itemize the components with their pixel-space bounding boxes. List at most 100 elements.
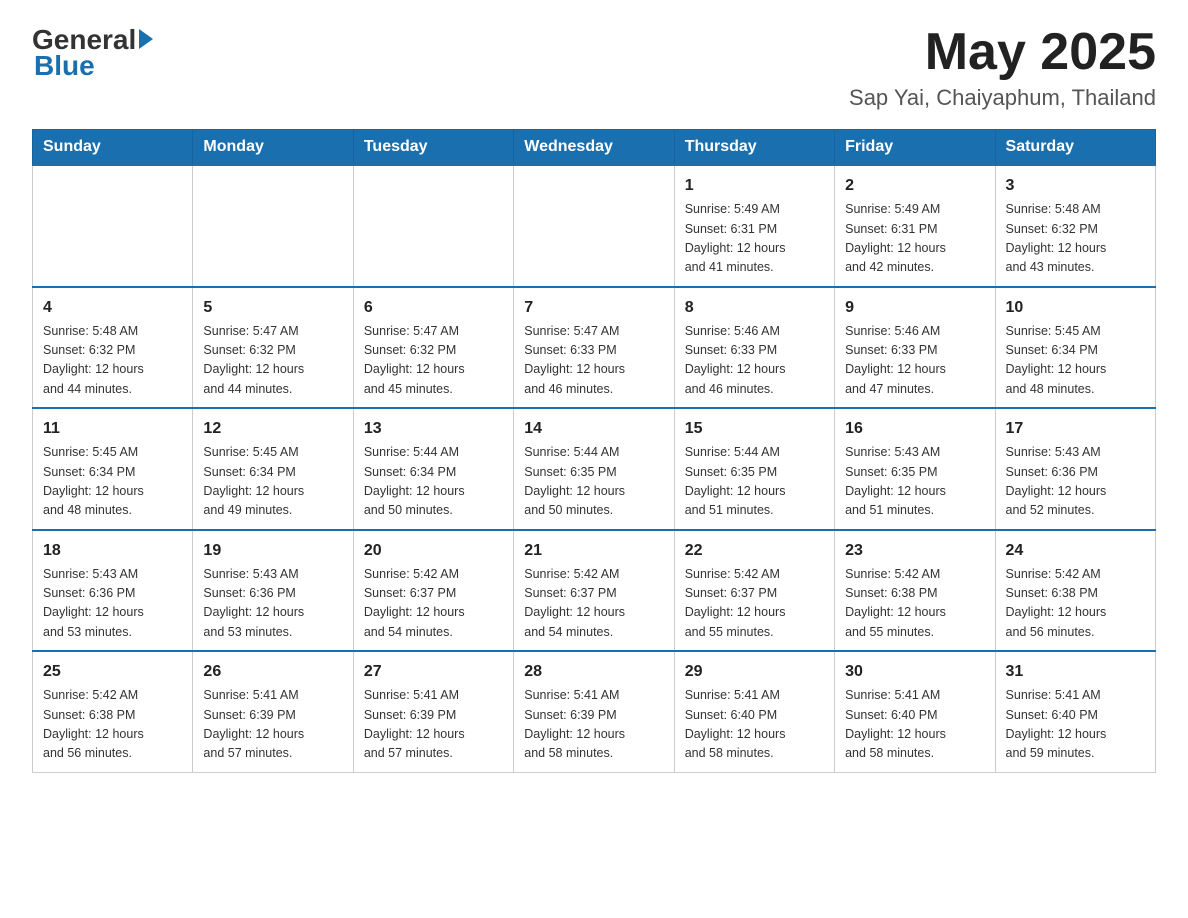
calendar-cell: 17Sunrise: 5:43 AM Sunset: 6:36 PM Dayli…	[995, 408, 1155, 530]
day-number: 28	[524, 660, 663, 684]
day-number: 17	[1006, 417, 1145, 441]
day-number: 30	[845, 660, 984, 684]
day-number: 18	[43, 539, 182, 563]
day-number: 19	[203, 539, 342, 563]
day-of-week-header: Wednesday	[514, 130, 674, 166]
calendar-cell: 26Sunrise: 5:41 AM Sunset: 6:39 PM Dayli…	[193, 651, 353, 772]
calendar-cell: 22Sunrise: 5:42 AM Sunset: 6:37 PM Dayli…	[674, 530, 834, 652]
calendar-cell: 24Sunrise: 5:42 AM Sunset: 6:38 PM Dayli…	[995, 530, 1155, 652]
day-number: 11	[43, 417, 182, 441]
calendar-cell: 12Sunrise: 5:45 AM Sunset: 6:34 PM Dayli…	[193, 408, 353, 530]
day-info: Sunrise: 5:42 AM Sunset: 6:37 PM Dayligh…	[685, 565, 824, 643]
day-info: Sunrise: 5:49 AM Sunset: 6:31 PM Dayligh…	[685, 200, 824, 278]
day-number: 13	[364, 417, 503, 441]
day-of-week-header: Sunday	[33, 130, 193, 166]
calendar-cell: 29Sunrise: 5:41 AM Sunset: 6:40 PM Dayli…	[674, 651, 834, 772]
day-of-week-header: Friday	[835, 130, 995, 166]
day-info: Sunrise: 5:41 AM Sunset: 6:39 PM Dayligh…	[364, 686, 503, 764]
calendar-table: SundayMondayTuesdayWednesdayThursdayFrid…	[32, 129, 1156, 773]
calendar-cell: 6Sunrise: 5:47 AM Sunset: 6:32 PM Daylig…	[353, 287, 513, 409]
day-info: Sunrise: 5:47 AM Sunset: 6:32 PM Dayligh…	[203, 322, 342, 400]
day-info: Sunrise: 5:43 AM Sunset: 6:36 PM Dayligh…	[1006, 443, 1145, 521]
calendar-cell: 15Sunrise: 5:44 AM Sunset: 6:35 PM Dayli…	[674, 408, 834, 530]
logo-triangle-icon	[139, 29, 153, 49]
day-number: 14	[524, 417, 663, 441]
day-info: Sunrise: 5:48 AM Sunset: 6:32 PM Dayligh…	[43, 322, 182, 400]
day-info: Sunrise: 5:42 AM Sunset: 6:38 PM Dayligh…	[43, 686, 182, 764]
day-info: Sunrise: 5:41 AM Sunset: 6:39 PM Dayligh…	[524, 686, 663, 764]
page-header: General Blue May 2025 Sap Yai, Chaiyaphu…	[32, 24, 1156, 111]
calendar-cell: 5Sunrise: 5:47 AM Sunset: 6:32 PM Daylig…	[193, 287, 353, 409]
calendar-cell: 1Sunrise: 5:49 AM Sunset: 6:31 PM Daylig…	[674, 165, 834, 287]
calendar-cell: 13Sunrise: 5:44 AM Sunset: 6:34 PM Dayli…	[353, 408, 513, 530]
calendar-cell	[33, 165, 193, 287]
calendar-cell: 31Sunrise: 5:41 AM Sunset: 6:40 PM Dayli…	[995, 651, 1155, 772]
calendar-week-row: 1Sunrise: 5:49 AM Sunset: 6:31 PM Daylig…	[33, 165, 1156, 287]
calendar-cell: 20Sunrise: 5:42 AM Sunset: 6:37 PM Dayli…	[353, 530, 513, 652]
day-info: Sunrise: 5:44 AM Sunset: 6:35 PM Dayligh…	[685, 443, 824, 521]
day-info: Sunrise: 5:44 AM Sunset: 6:35 PM Dayligh…	[524, 443, 663, 521]
day-number: 24	[1006, 539, 1145, 563]
day-info: Sunrise: 5:41 AM Sunset: 6:40 PM Dayligh…	[1006, 686, 1145, 764]
day-number: 3	[1006, 174, 1145, 198]
day-info: Sunrise: 5:43 AM Sunset: 6:36 PM Dayligh…	[43, 565, 182, 643]
calendar-cell	[353, 165, 513, 287]
calendar-cell: 14Sunrise: 5:44 AM Sunset: 6:35 PM Dayli…	[514, 408, 674, 530]
calendar-cell: 18Sunrise: 5:43 AM Sunset: 6:36 PM Dayli…	[33, 530, 193, 652]
calendar-cell: 21Sunrise: 5:42 AM Sunset: 6:37 PM Dayli…	[514, 530, 674, 652]
logo-blue-text: Blue	[32, 50, 95, 82]
day-number: 20	[364, 539, 503, 563]
calendar-cell: 9Sunrise: 5:46 AM Sunset: 6:33 PM Daylig…	[835, 287, 995, 409]
day-number: 26	[203, 660, 342, 684]
day-info: Sunrise: 5:44 AM Sunset: 6:34 PM Dayligh…	[364, 443, 503, 521]
day-info: Sunrise: 5:45 AM Sunset: 6:34 PM Dayligh…	[203, 443, 342, 521]
day-info: Sunrise: 5:48 AM Sunset: 6:32 PM Dayligh…	[1006, 200, 1145, 278]
day-number: 1	[685, 174, 824, 198]
day-number: 21	[524, 539, 663, 563]
calendar-cell: 3Sunrise: 5:48 AM Sunset: 6:32 PM Daylig…	[995, 165, 1155, 287]
calendar-cell: 10Sunrise: 5:45 AM Sunset: 6:34 PM Dayli…	[995, 287, 1155, 409]
calendar-cell: 4Sunrise: 5:48 AM Sunset: 6:32 PM Daylig…	[33, 287, 193, 409]
calendar-cell: 19Sunrise: 5:43 AM Sunset: 6:36 PM Dayli…	[193, 530, 353, 652]
day-info: Sunrise: 5:46 AM Sunset: 6:33 PM Dayligh…	[845, 322, 984, 400]
calendar-cell: 27Sunrise: 5:41 AM Sunset: 6:39 PM Dayli…	[353, 651, 513, 772]
day-number: 23	[845, 539, 984, 563]
calendar-cell	[193, 165, 353, 287]
day-number: 8	[685, 296, 824, 320]
day-number: 10	[1006, 296, 1145, 320]
day-info: Sunrise: 5:47 AM Sunset: 6:32 PM Dayligh…	[364, 322, 503, 400]
location-subtitle: Sap Yai, Chaiyaphum, Thailand	[849, 85, 1156, 111]
calendar-cell: 28Sunrise: 5:41 AM Sunset: 6:39 PM Dayli…	[514, 651, 674, 772]
day-of-week-header: Thursday	[674, 130, 834, 166]
day-info: Sunrise: 5:43 AM Sunset: 6:36 PM Dayligh…	[203, 565, 342, 643]
day-info: Sunrise: 5:49 AM Sunset: 6:31 PM Dayligh…	[845, 200, 984, 278]
calendar-cell	[514, 165, 674, 287]
calendar-cell: 23Sunrise: 5:42 AM Sunset: 6:38 PM Dayli…	[835, 530, 995, 652]
day-number: 2	[845, 174, 984, 198]
day-number: 7	[524, 296, 663, 320]
day-number: 12	[203, 417, 342, 441]
day-info: Sunrise: 5:42 AM Sunset: 6:38 PM Dayligh…	[1006, 565, 1145, 643]
calendar-cell: 25Sunrise: 5:42 AM Sunset: 6:38 PM Dayli…	[33, 651, 193, 772]
day-number: 16	[845, 417, 984, 441]
day-info: Sunrise: 5:42 AM Sunset: 6:38 PM Dayligh…	[845, 565, 984, 643]
day-number: 9	[845, 296, 984, 320]
day-info: Sunrise: 5:45 AM Sunset: 6:34 PM Dayligh…	[1006, 322, 1145, 400]
day-info: Sunrise: 5:41 AM Sunset: 6:40 PM Dayligh…	[845, 686, 984, 764]
day-number: 5	[203, 296, 342, 320]
day-number: 4	[43, 296, 182, 320]
calendar-week-row: 11Sunrise: 5:45 AM Sunset: 6:34 PM Dayli…	[33, 408, 1156, 530]
day-of-week-header: Monday	[193, 130, 353, 166]
day-info: Sunrise: 5:41 AM Sunset: 6:40 PM Dayligh…	[685, 686, 824, 764]
day-number: 22	[685, 539, 824, 563]
day-info: Sunrise: 5:41 AM Sunset: 6:39 PM Dayligh…	[203, 686, 342, 764]
title-block: May 2025 Sap Yai, Chaiyaphum, Thailand	[849, 24, 1156, 111]
day-number: 6	[364, 296, 503, 320]
calendar-cell: 11Sunrise: 5:45 AM Sunset: 6:34 PM Dayli…	[33, 408, 193, 530]
calendar-week-row: 4Sunrise: 5:48 AM Sunset: 6:32 PM Daylig…	[33, 287, 1156, 409]
calendar-cell: 30Sunrise: 5:41 AM Sunset: 6:40 PM Dayli…	[835, 651, 995, 772]
day-number: 25	[43, 660, 182, 684]
day-info: Sunrise: 5:45 AM Sunset: 6:34 PM Dayligh…	[43, 443, 182, 521]
day-info: Sunrise: 5:43 AM Sunset: 6:35 PM Dayligh…	[845, 443, 984, 521]
day-info: Sunrise: 5:42 AM Sunset: 6:37 PM Dayligh…	[364, 565, 503, 643]
